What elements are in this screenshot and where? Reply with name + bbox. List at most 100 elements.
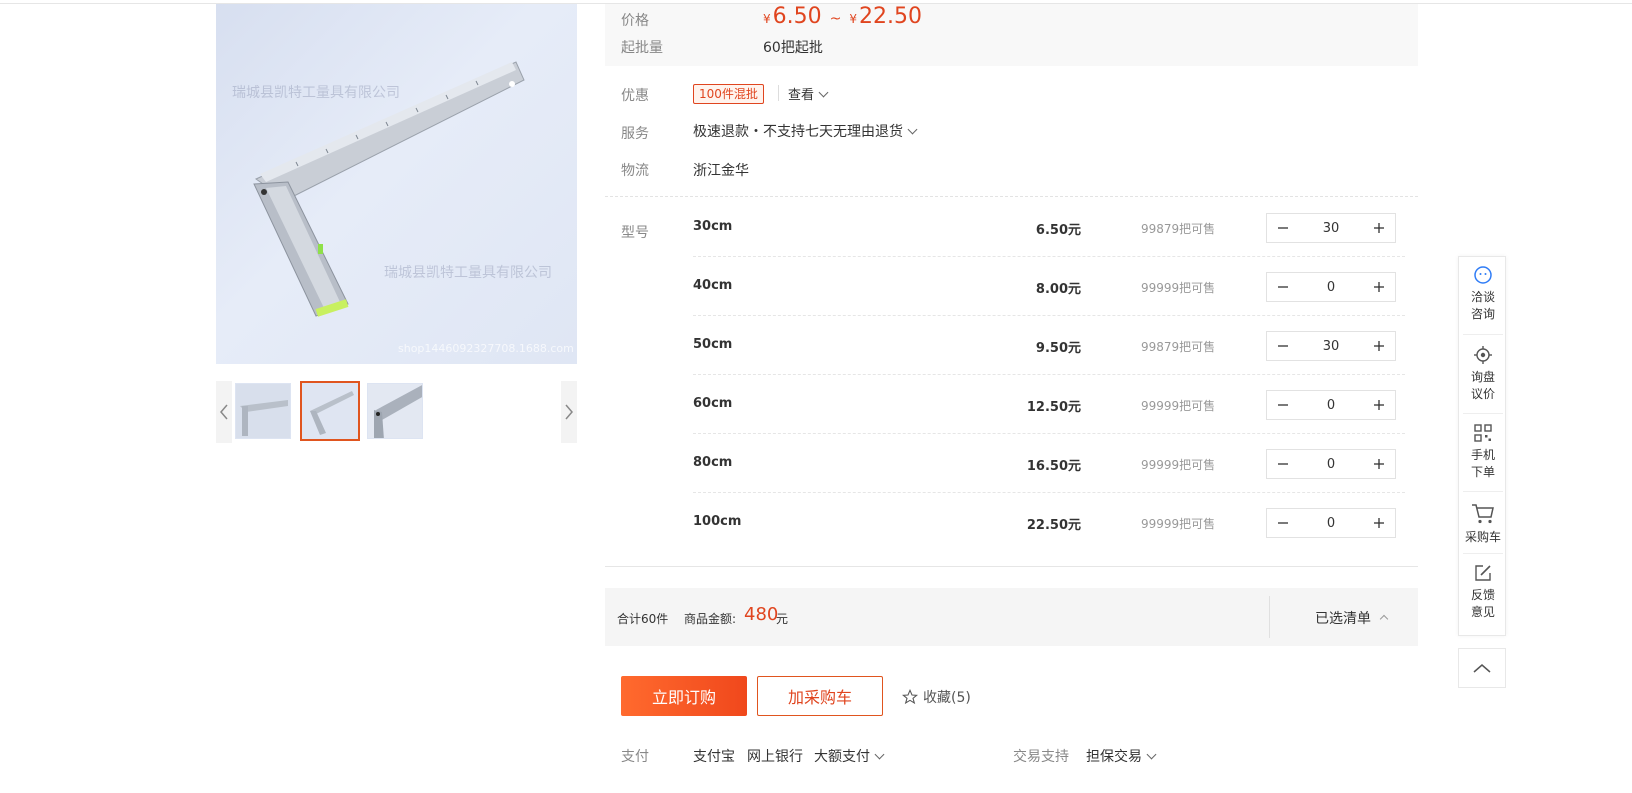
thumb-prev-button[interactable] [216,381,232,443]
sku-stock: 99999把可售 [1141,458,1216,472]
back-to-top-button[interactable] [1458,648,1506,688]
decrement-button[interactable] [1267,332,1299,360]
sku-stock: 99999把可售 [1141,399,1216,413]
chevron-down-icon [907,124,918,135]
thumbnail-strip [216,381,577,443]
row-divider [693,315,1405,316]
total-count: 合计60件 [617,612,669,626]
sidebar-item-cart[interactable]: 采购车 [1459,503,1507,546]
increment-button[interactable] [1363,214,1395,242]
decrement-button[interactable] [1267,391,1299,419]
increment-button[interactable] [1363,509,1395,537]
ruler-image [253,61,525,317]
sidebar-label-line: 下单 [1470,465,1495,479]
sidebar-label-line: 采购车 [1464,530,1501,544]
trade-support-value: 担保交易 [1086,749,1142,765]
quantity-stepper: 0 [1266,390,1396,420]
section-divider [605,196,1418,197]
target-icon [1474,346,1492,364]
floating-sidebar: 洽谈 咨询 询盘 议价 手机 下单 采购车 反馈 意见 [1458,256,1506,636]
logistics-label: 物流 [621,163,649,179]
plus-icon [1374,341,1384,351]
thumbnail-image [302,383,358,439]
plus-icon [1374,223,1384,233]
sidebar-item-mobile-order[interactable]: 手机 下单 [1459,423,1507,481]
decrement-button[interactable] [1267,214,1299,242]
quantity-stepper: 0 [1266,449,1396,479]
thumbnail-3[interactable] [367,383,423,439]
sidebar-item-chat[interactable]: 洽谈 咨询 [1459,265,1507,323]
sku-stock: 99999把可售 [1141,281,1216,295]
trade-support-label: 交易支持 [1013,749,1069,765]
thumbnail-2[interactable] [300,381,360,441]
product-main-image[interactable]: 瑞城县凯特工量具有限公司 瑞城县凯特工量具有限公司 shop1446092327… [216,4,577,364]
thumbnail-image [368,384,422,438]
payment-method-large-dropdown[interactable]: 大额支付 [814,746,885,766]
chevron-up-icon [1473,664,1491,673]
promo-view-label: 查看 [788,88,815,103]
minus-icon [1278,286,1288,288]
trade-support-dropdown[interactable]: 担保交易 [1086,746,1157,766]
sidebar-divider [1463,413,1503,414]
payment-method-alipay: 支付宝 [693,749,735,765]
quantity-stepper: 0 [1266,508,1396,538]
increment-button[interactable] [1363,391,1395,419]
selected-list-toggle[interactable]: 已选清单 [1315,608,1389,628]
price-separator: ~ [829,11,842,27]
payment-method-large: 大额支付 [814,749,870,765]
amount-label: 商品金额: [684,612,737,626]
moq-label: 起批量 [621,40,663,56]
sidebar-item-feedback[interactable]: 反馈 意见 [1459,563,1507,621]
sku-price: 6.50元 [1035,223,1081,238]
quantity-input[interactable]: 30 [1299,221,1363,236]
sku-row: 100cm 22.50元 99999把可售 0 [693,494,1405,552]
chat-bubble-icon [1474,266,1492,284]
watermark-url: shop1446092327708.1688.com [398,342,574,355]
thumb-next-button[interactable] [561,381,577,443]
increment-button[interactable] [1363,273,1395,301]
promo-label: 优惠 [621,88,649,104]
decrement-button[interactable] [1267,273,1299,301]
sidebar-divider [1463,553,1503,554]
sidebar-item-inquiry[interactable]: 询盘 议价 [1459,345,1507,403]
sidebar-label-line: 咨询 [1470,307,1495,321]
decrement-button[interactable] [1267,450,1299,478]
plus-icon [1374,459,1384,469]
minus-icon [1278,404,1288,406]
plus-icon [1374,518,1384,528]
favorite-button[interactable]: 收藏(5) [902,687,971,707]
currency-symbol: ¥ [763,12,771,26]
thumbnail-image [236,384,290,438]
quantity-stepper: 30 [1266,331,1396,361]
promo-view-link[interactable]: 查看 [788,84,829,103]
quantity-input[interactable]: 0 [1299,457,1363,472]
quantity-input[interactable]: 0 [1299,280,1363,295]
increment-button[interactable] [1363,332,1395,360]
buy-now-button[interactable]: 立即订购 [621,676,747,716]
amount-value: 480 [744,604,779,625]
sidebar-divider [1463,491,1503,492]
chevron-left-icon [220,404,228,420]
increment-button[interactable] [1363,450,1395,478]
price-max: 22.50 [859,4,922,29]
qr-code-icon [1474,424,1492,442]
price-min: 6.50 [772,4,822,29]
sku-stock: 99999把可售 [1141,517,1216,531]
quantity-input[interactable]: 30 [1299,339,1363,354]
sidebar-label-line: 洽谈 [1470,290,1495,304]
decrement-button[interactable] [1267,509,1299,537]
currency-symbol: ¥ [849,12,857,26]
sidebar-label-line: 反馈 [1470,588,1495,602]
sku-name: 100cm [693,514,742,529]
selected-list-label: 已选清单 [1315,611,1371,627]
sku-stock: 99879把可售 [1141,222,1216,236]
row-divider [693,433,1405,434]
service-dropdown[interactable]: 极速退款・不支持七天无理由退货 [693,121,918,141]
price-range: ¥ 6.50 ~ ¥ 22.50 [763,4,922,29]
quantity-input[interactable]: 0 [1299,398,1363,413]
quantity-input[interactable]: 0 [1299,516,1363,531]
row-divider [693,256,1405,257]
thumbnail-1[interactable] [235,383,291,439]
add-to-cart-button[interactable]: 加采购车 [757,676,883,716]
sku-name: 30cm [693,219,733,234]
